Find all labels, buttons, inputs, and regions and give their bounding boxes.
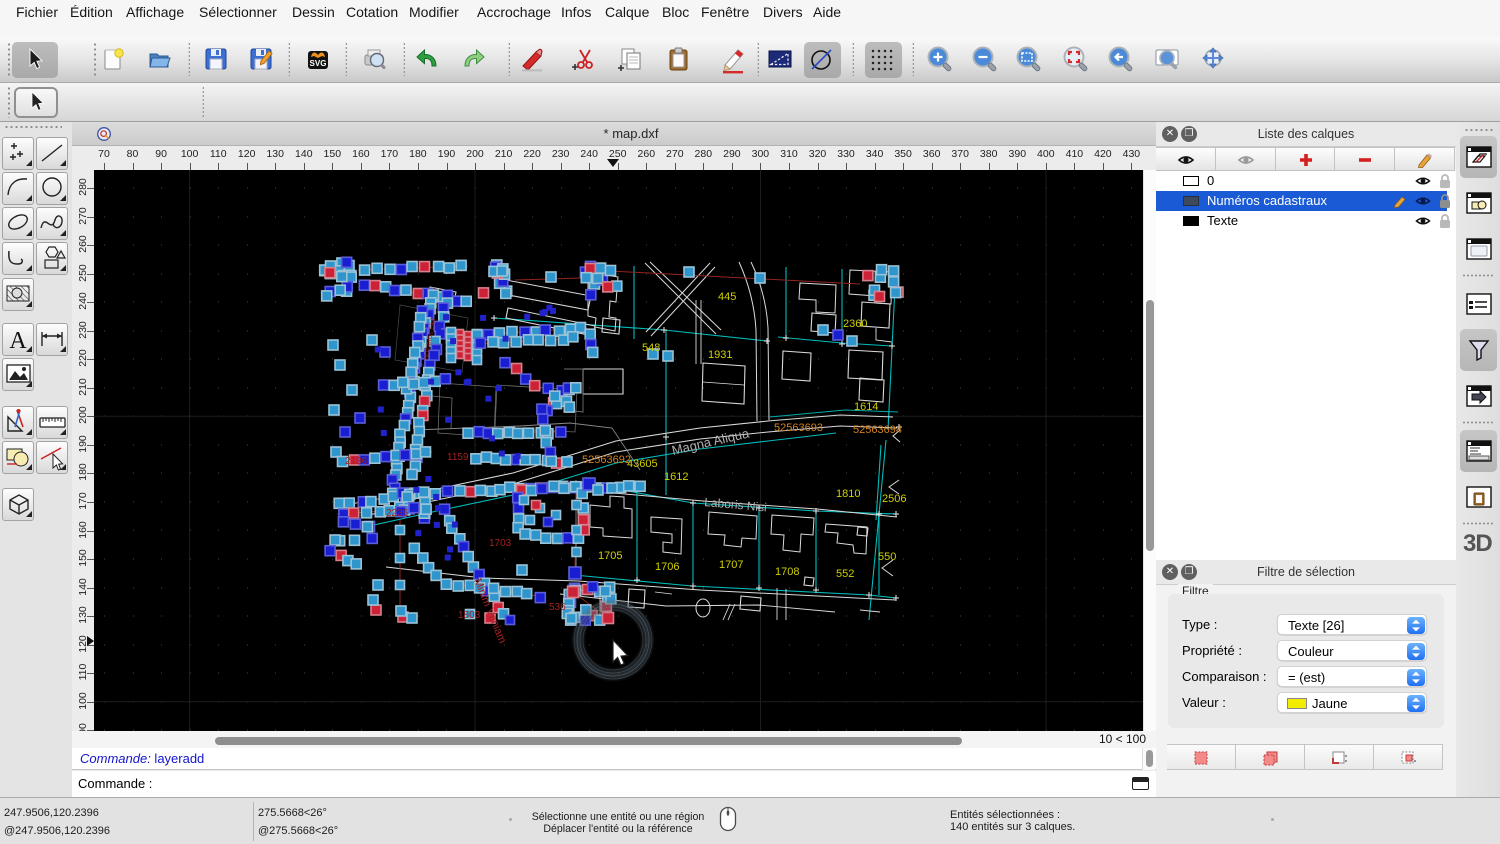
svg-text:552: 552: [836, 568, 854, 580]
svg-text:52563692: 52563692: [582, 454, 631, 466]
svg-text:1803: 1803: [458, 610, 481, 621]
svg-text:2506: 2506: [882, 493, 906, 505]
svg-text:2236: 2236: [386, 508, 409, 519]
svg-text:1705: 1705: [598, 550, 622, 562]
svg-text:52563694: 52563694: [853, 424, 902, 436]
svg-text:1703: 1703: [489, 538, 512, 549]
svg-text:548: 548: [642, 342, 660, 354]
svg-text:1708: 1708: [775, 566, 799, 578]
svg-text:2360: 2360: [843, 318, 867, 330]
svg-text:52563693: 52563693: [774, 422, 823, 434]
svg-text:1810: 1810: [836, 488, 860, 500]
svg-text:2136: 2136: [345, 456, 368, 467]
svg-text:SVG: SVG: [310, 59, 327, 68]
svg-text:1612: 1612: [664, 471, 688, 483]
svg-text:A: A: [9, 328, 27, 354]
svg-text:536: 536: [549, 602, 566, 613]
svg-text:1931: 1931: [708, 349, 732, 361]
svg-text:550: 550: [878, 551, 896, 563]
svg-text:1707: 1707: [719, 559, 743, 571]
svg-text:1706: 1706: [655, 561, 679, 573]
svg-text:1159: 1159: [447, 452, 469, 463]
svg-text:43605: 43605: [627, 458, 658, 470]
svg-text:1614: 1614: [854, 401, 878, 413]
svg-text:445: 445: [718, 291, 736, 303]
